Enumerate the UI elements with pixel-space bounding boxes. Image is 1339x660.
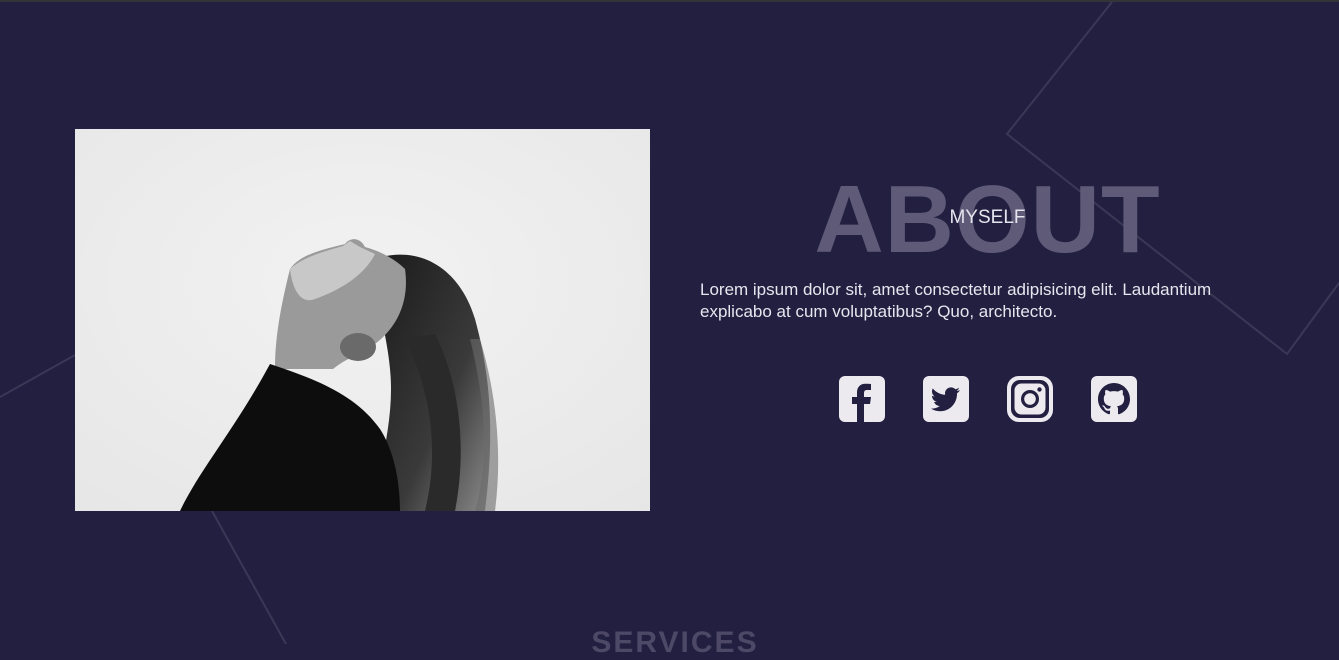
profile-photo (75, 129, 650, 511)
about-heading: ABOUT MYSELF (700, 170, 1275, 270)
facebook-link[interactable] (839, 376, 885, 422)
about-description: Lorem ipsum dolor sit, amet consectetur … (700, 280, 1212, 321)
github-link[interactable] (1091, 376, 1137, 422)
social-links (839, 376, 1137, 422)
about-subtitle: MYSELF (949, 207, 1026, 228)
instagram-link[interactable] (1007, 376, 1053, 422)
twitter-link[interactable] (923, 376, 969, 422)
services-heading: SERVICES (591, 626, 759, 659)
facebook-icon (839, 376, 885, 422)
instagram-icon (1007, 376, 1053, 422)
twitter-icon (923, 376, 969, 422)
github-icon (1091, 376, 1137, 422)
